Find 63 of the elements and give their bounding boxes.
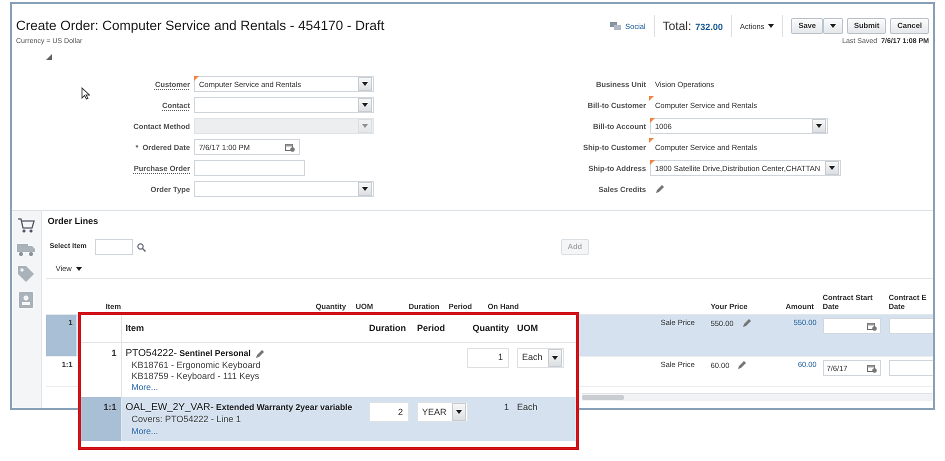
caret-icon (362, 82, 368, 86)
caret-icon (829, 166, 836, 170)
table-row[interactable]: 1:1 OAL_EW_2Y_VAR- Extended Warranty 2year variable Covers: PTO54222 - Line 1 More... 2 YEAR 1 Each (81, 397, 576, 441)
calendar-icon[interactable] (285, 142, 295, 152)
column-header: Quantity (472, 323, 509, 333)
pencil-icon[interactable] (254, 348, 265, 359)
item-title: PTO54222- Sentinel Personal (126, 348, 251, 360)
section-title: Order Lines (46, 215, 100, 228)
caret-icon (816, 124, 822, 128)
cart-icon[interactable] (17, 217, 36, 234)
item-title: OAL_EW_2Y_VAR- Extended Warranty 2year variable (126, 402, 352, 414)
dropdown-field[interactable]: YEAR (417, 402, 468, 422)
calendar-icon[interactable] (866, 322, 877, 331)
disclosure-icon[interactable] (46, 54, 52, 60)
input-field[interactable] (888, 318, 933, 334)
input-field[interactable]: 1 (467, 348, 509, 368)
total-amount: 732.00 (695, 22, 723, 33)
pencil-icon[interactable] (742, 318, 752, 328)
calendar-icon[interactable] (866, 364, 877, 373)
mouse-pointer-icon (81, 87, 90, 100)
more-link[interactable]: More... (132, 426, 158, 436)
input-field[interactable]: 2 (369, 402, 409, 422)
dropdown-button[interactable] (358, 182, 372, 196)
page-title: Create Order: Computer Service and Rentals - 454170 - Draft (16, 18, 384, 34)
input-field[interactable] (888, 360, 933, 376)
dropdown-button[interactable] (825, 161, 840, 176)
more-link[interactable]: More... (132, 382, 158, 392)
item-detail: Covers: PTO54222 - Line 1 (130, 414, 242, 426)
scrollbar[interactable] (582, 393, 933, 402)
caret-icon (76, 266, 82, 271)
caret-icon (362, 103, 368, 108)
dropdown-field[interactable] (194, 181, 374, 198)
dropdown-button[interactable] (812, 119, 826, 134)
pencil-icon[interactable] (737, 360, 748, 370)
search-icon[interactable] (136, 242, 146, 252)
caret-icon (830, 24, 836, 28)
search-field[interactable] (94, 239, 133, 256)
date-field[interactable] (822, 318, 881, 334)
caret-icon (768, 24, 774, 28)
table-cell: Each (517, 402, 538, 412)
dropdown-button[interactable] (358, 98, 372, 112)
dropdown-button[interactable] (358, 77, 372, 92)
dropdown-button[interactable] (822, 18, 843, 34)
caret-icon (362, 187, 368, 192)
chat-icon (610, 22, 622, 30)
dropdown-field[interactable]: Each (517, 348, 564, 368)
column-header: Period (417, 323, 446, 333)
caret-icon (362, 124, 368, 128)
pencil-icon[interactable] (655, 184, 665, 194)
dropdown-field[interactable] (194, 97, 374, 114)
column-header: Item (126, 323, 144, 333)
column-header: UOM (517, 323, 538, 333)
table-cell: 1 (504, 402, 509, 412)
column-header: Duration (369, 323, 406, 333)
row-number: 1:1 (103, 402, 116, 412)
row-number: 1 (111, 348, 116, 358)
item-detail: KB18761 - Ergonomic Keyboard (130, 360, 262, 372)
total-label: Total: (662, 18, 692, 34)
truck-icon[interactable] (17, 241, 36, 258)
input-field[interactable] (194, 160, 305, 176)
dropdown-button[interactable] (548, 348, 562, 367)
item-detail: KB18759 - Keyboard - 111 Keys (130, 371, 260, 382)
dropdown-button[interactable] (452, 403, 466, 422)
